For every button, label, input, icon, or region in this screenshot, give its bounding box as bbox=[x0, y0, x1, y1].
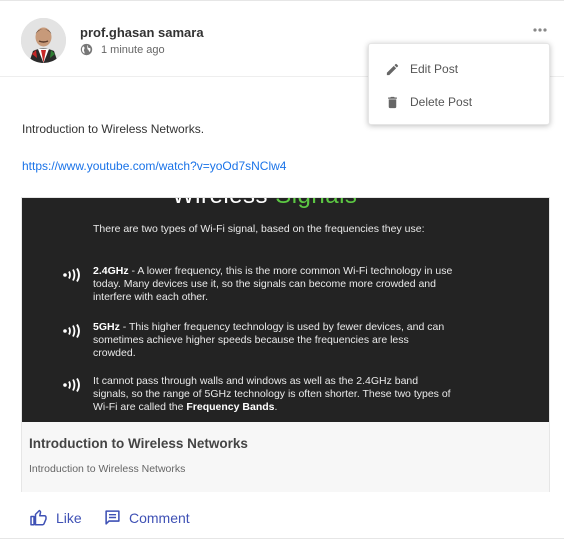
globe-icon bbox=[80, 43, 93, 56]
post-text: Introduction to Wireless Networks. bbox=[22, 122, 205, 136]
post-meta: 1 minute ago bbox=[80, 43, 165, 56]
preview-description: Introduction to Wireless Networks bbox=[29, 463, 186, 475]
comment-button[interactable]: Comment bbox=[104, 509, 190, 526]
delete-post-menu-item[interactable]: Delete Post bbox=[369, 86, 549, 118]
preview-info[interactable]: Introduction to Wireless Networks Introd… bbox=[22, 422, 549, 492]
preview-title[interactable]: Introduction to Wireless Networks bbox=[29, 436, 248, 451]
slide-item-3-text: It cannot pass through walls and windows… bbox=[93, 375, 453, 414]
slide-item-1-body: - A lower frequency, this is the more co… bbox=[93, 265, 453, 303]
slide-item-2-bold: 5GHz bbox=[93, 321, 120, 333]
delete-post-label: Delete Post bbox=[410, 95, 473, 109]
preview-thumbnail[interactable]: Wireless Signals There are two types of … bbox=[22, 198, 549, 422]
thumbs-up-icon bbox=[30, 509, 47, 526]
wifi-signal-icon bbox=[63, 268, 80, 282]
author-name[interactable]: prof.ghasan samara bbox=[80, 25, 204, 40]
slide-title-white: Wireless bbox=[172, 198, 268, 209]
like-button[interactable]: Like bbox=[29, 509, 82, 527]
post-card: prof.ghasan samara 1 minute ago Edit Pos… bbox=[0, 0, 564, 540]
comment-icon bbox=[105, 510, 120, 525]
trash-icon bbox=[388, 96, 397, 108]
link-preview-card[interactable]: Wireless Signals There are two types of … bbox=[21, 197, 550, 492]
post-options-menu: Edit Post Delete Post bbox=[368, 43, 550, 125]
more-options-button[interactable] bbox=[529, 23, 551, 37]
edit-post-menu-item[interactable]: Edit Post bbox=[369, 53, 549, 85]
comment-label: Comment bbox=[129, 509, 190, 526]
slide-intro: There are two types of Wi-Fi signal, bas… bbox=[93, 223, 425, 235]
post-actions: Like Comment bbox=[0, 499, 564, 539]
slide-item-3: It cannot pass through walls and windows… bbox=[62, 375, 453, 414]
slide-item-1: 2.4GHz - A lower frequency, this is the … bbox=[62, 265, 453, 304]
wifi-signal-icon bbox=[63, 324, 80, 338]
like-label: Like bbox=[56, 510, 82, 526]
slide-item-3-end: . bbox=[274, 401, 278, 413]
slide-item-2-body: - This higher frequency technology is us… bbox=[93, 321, 445, 359]
slide-item-1-text: 2.4GHz - A lower frequency, this is the … bbox=[93, 265, 453, 304]
slide-title-green: Signals bbox=[275, 198, 357, 209]
post-timestamp: 1 minute ago bbox=[101, 43, 165, 56]
slide-title: Wireless Signals bbox=[172, 198, 357, 210]
slide-item-1-bold: 2.4GHz bbox=[93, 265, 129, 277]
slide-item-2: 5GHz - This higher frequency technology … bbox=[62, 321, 453, 360]
avatar[interactable] bbox=[21, 18, 66, 63]
pencil-icon bbox=[386, 63, 399, 75]
slide-item-2-text: 5GHz - This higher frequency technology … bbox=[93, 321, 453, 360]
post-link[interactable]: https://www.youtube.com/watch?v=yoOd7sNC… bbox=[22, 159, 286, 173]
slide-item-3-bold: Frequency Bands bbox=[186, 401, 275, 413]
wifi-signal-icon bbox=[63, 378, 80, 392]
edit-post-label: Edit Post bbox=[410, 62, 459, 76]
more-horizontal-icon bbox=[533, 28, 547, 32]
